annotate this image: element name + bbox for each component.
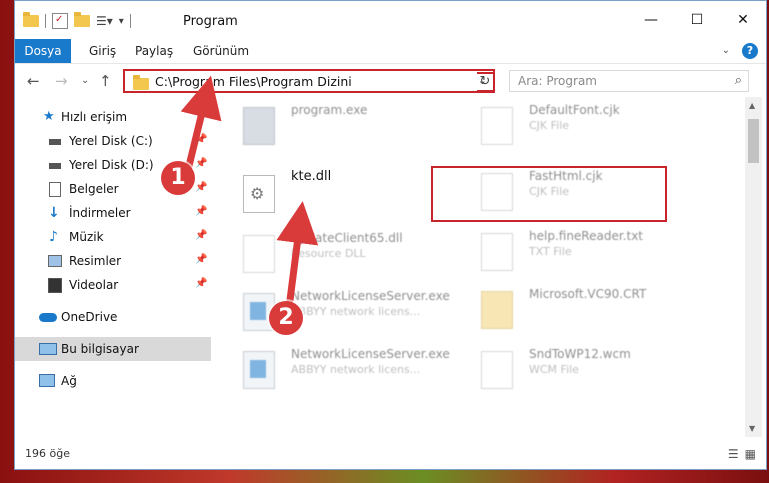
step-badge-2: 2 bbox=[269, 301, 303, 335]
step-badge-1: 1 bbox=[161, 161, 195, 195]
annotation-arrows bbox=[180, 75, 319, 304]
arrow-to-kte-dll bbox=[276, 201, 319, 304]
arrow-to-address-bar bbox=[180, 75, 222, 174]
